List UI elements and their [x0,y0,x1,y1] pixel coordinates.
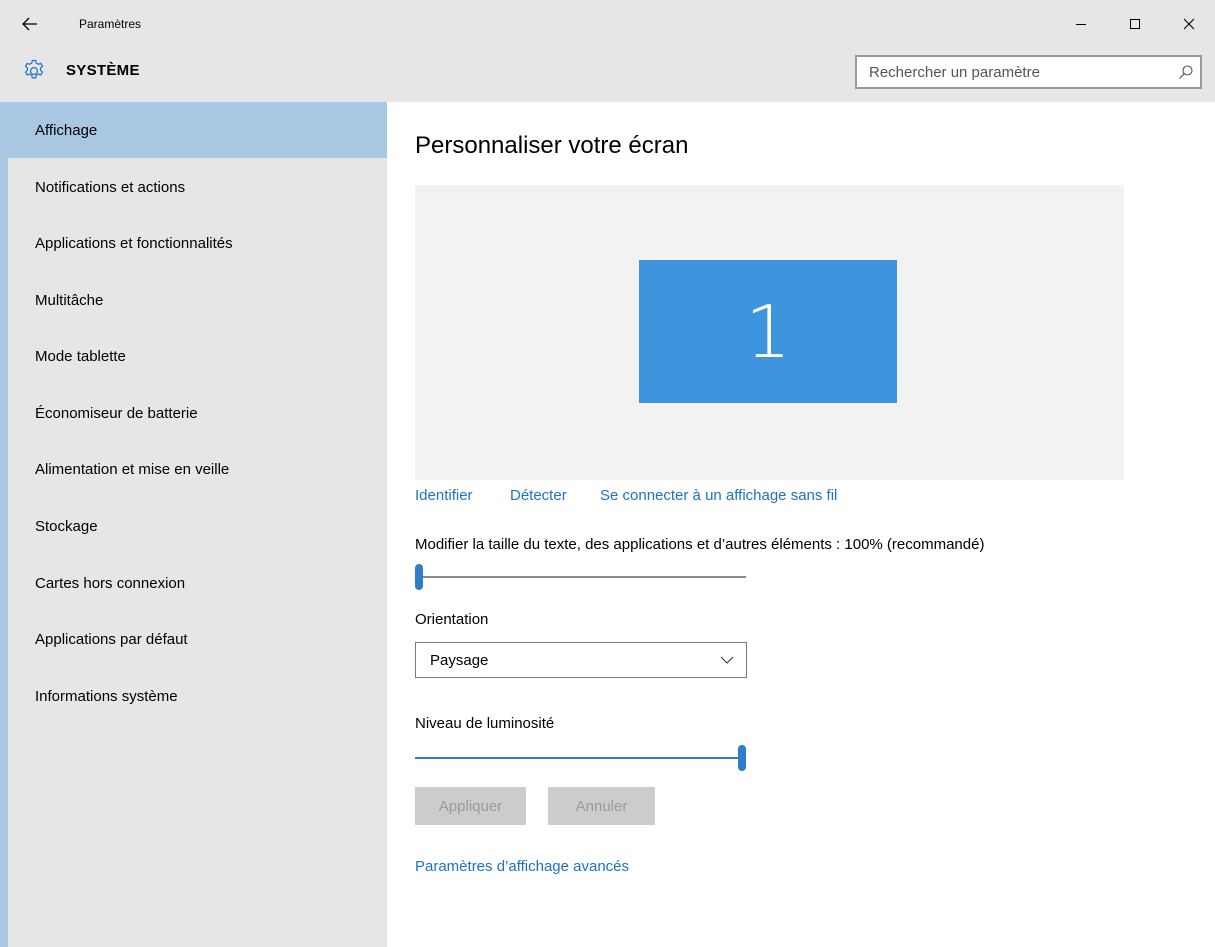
slider-fill [415,757,742,759]
sidebar-item-label: Notifications et actions [35,178,186,196]
search-icon[interactable] [1178,64,1194,80]
page-header: SYSTÈME [0,48,1215,102]
wireless-display-link[interactable]: Se connecter à un affichage sans fil [600,487,837,504]
search-box[interactable] [855,55,1202,89]
maximize-icon [1130,19,1140,29]
sidebar-item-mode-tablette[interactable]: Mode tablette [8,328,387,384]
display-preview: 1 [415,185,1124,480]
orientation-label: Orientation [415,611,489,628]
sidebar-item-applications-defaut[interactable]: Applications par défaut [8,611,387,667]
back-arrow-icon [22,17,37,31]
gear-icon [24,59,44,79]
close-icon [1183,18,1195,30]
text-size-label: Modifier la taille du texte, des applica… [415,536,985,553]
sidebar-item-label: Stockage [35,517,98,535]
sidebar-item-informations[interactable]: Informations système [8,668,387,724]
sidebar-edge [0,102,8,947]
sidebar: Affichage Notifications et actions Appli… [0,102,387,947]
sidebar-item-alimentation[interactable]: Alimentation et mise en veille [8,441,387,497]
detect-link[interactable]: Détecter [510,487,567,504]
sidebar-item-label: Mode tablette [35,347,126,365]
sidebar-item-label: Affichage [35,121,98,139]
close-button[interactable] [1166,8,1212,40]
chevron-down-icon [720,656,734,664]
maximize-button[interactable] [1112,8,1158,40]
title-bar: Paramètres [0,0,1215,48]
sidebar-item-label: Cartes hors connexion [35,574,186,592]
sidebar-item-label: Économiseur de batterie [35,404,198,422]
advanced-display-settings-link[interactable]: Paramètres d’affichage avancés [415,858,629,875]
sidebar-item-multitache[interactable]: Multitâche [8,272,387,328]
back-button[interactable] [18,12,42,36]
sidebar-item-affichage[interactable]: Affichage [8,102,387,158]
monitor-number: 1 [745,289,791,374]
sidebar-item-label: Informations système [35,687,178,705]
brightness-label: Niveau de luminosité [415,715,555,732]
sidebar-item-notifications[interactable]: Notifications et actions [8,159,387,215]
orientation-value: Paysage [430,651,489,669]
sidebar-item-economiseur[interactable]: Économiseur de batterie [8,385,387,441]
cancel-button[interactable]: Annuler [548,787,655,825]
sidebar-item-label: Applications par défaut [35,630,188,648]
slider-thumb[interactable] [738,745,746,771]
slider-track [415,576,746,578]
sidebar-item-label: Multitâche [35,291,104,309]
minimize-button[interactable] [1058,8,1104,40]
window-title: Paramètres [79,17,142,31]
sidebar-item-cartes[interactable]: Cartes hors connexion [8,555,387,611]
sidebar-item-label: Alimentation et mise en veille [35,460,230,478]
search-input[interactable] [857,57,1167,87]
text-size-slider[interactable] [415,563,746,591]
minimize-icon [1076,24,1086,25]
sidebar-item-stockage[interactable]: Stockage [8,498,387,554]
monitor-tile[interactable]: 1 [639,260,897,403]
orientation-select[interactable]: Paysage [415,642,747,678]
page-title: Personnaliser votre écran [415,132,689,159]
apply-button[interactable]: Appliquer [415,787,526,825]
slider-thumb[interactable] [415,564,423,590]
identify-link[interactable]: Identifier [415,487,473,504]
sidebar-item-applications[interactable]: Applications et fonctionnalités [8,215,387,271]
section-title: SYSTÈME [66,62,140,79]
brightness-slider[interactable] [415,744,746,772]
sidebar-item-label: Applications et fonctionnalités [35,234,233,252]
